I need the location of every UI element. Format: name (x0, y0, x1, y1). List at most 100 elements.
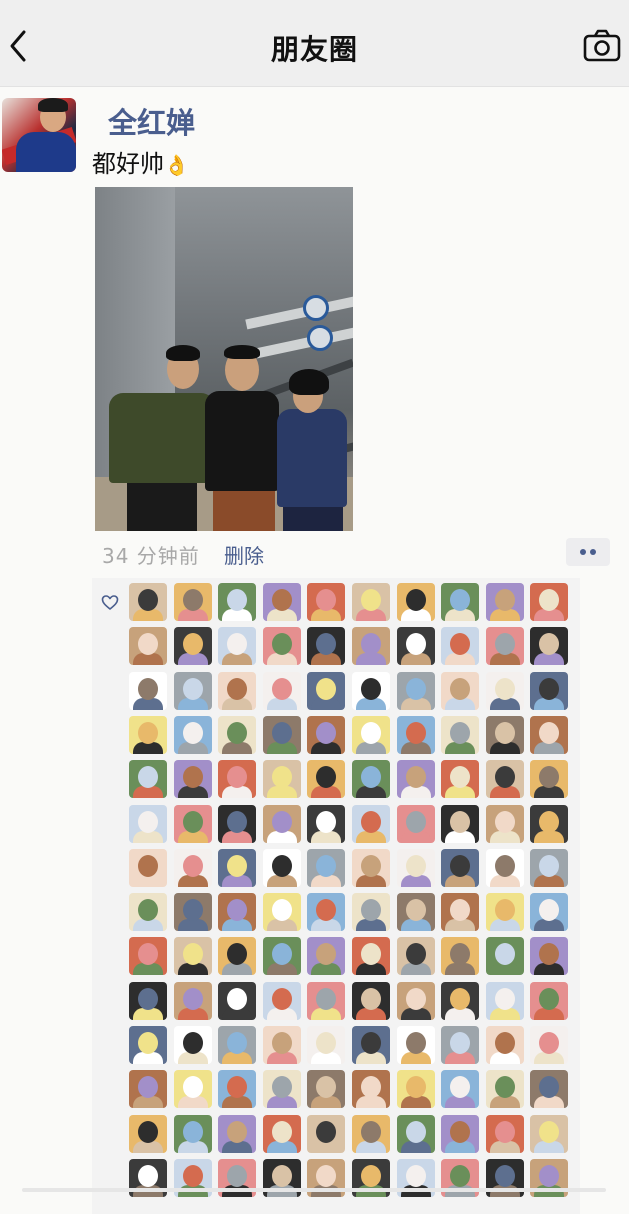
liker-avatar[interactable] (173, 760, 212, 799)
liker-avatar[interactable] (441, 804, 480, 843)
liker-avatar[interactable] (262, 627, 301, 666)
liker-avatar[interactable] (218, 1026, 257, 1064)
author-avatar[interactable] (2, 98, 76, 172)
liker-avatar[interactable] (485, 937, 524, 976)
liker-avatar[interactable] (218, 627, 257, 666)
liker-avatar[interactable] (441, 715, 480, 754)
liker-avatar[interactable] (129, 583, 167, 621)
liker-avatar[interactable] (129, 760, 167, 799)
liker-avatar[interactable] (262, 583, 301, 621)
liker-avatar[interactable] (218, 937, 257, 976)
liker-avatar[interactable] (396, 715, 435, 754)
liker-avatar[interactable] (307, 1070, 346, 1109)
liker-avatar[interactable] (173, 1026, 212, 1064)
liker-avatar[interactable] (307, 981, 346, 1020)
liker-avatar[interactable] (173, 848, 212, 887)
liker-avatar[interactable] (396, 1114, 435, 1153)
liker-avatar[interactable] (262, 760, 301, 799)
liker-avatar[interactable] (396, 937, 435, 976)
liker-avatar[interactable] (262, 937, 301, 976)
liker-avatar[interactable] (173, 1070, 212, 1109)
liker-avatar[interactable] (129, 981, 167, 1020)
liker-avatar[interactable] (352, 981, 390, 1020)
liker-avatar[interactable] (307, 1114, 346, 1153)
liker-avatar[interactable] (173, 671, 212, 710)
liker-avatar[interactable] (262, 981, 301, 1020)
liker-avatar[interactable] (262, 715, 301, 754)
liker-avatar[interactable] (485, 715, 524, 754)
liker-avatar[interactable] (307, 715, 346, 754)
liker-avatar[interactable] (129, 627, 167, 666)
liker-avatar[interactable] (307, 760, 346, 799)
liker-avatar[interactable] (485, 1070, 524, 1109)
liker-avatar[interactable] (441, 627, 480, 666)
liker-avatar[interactable] (530, 893, 569, 932)
liker-avatar[interactable] (218, 715, 257, 754)
liker-avatar[interactable] (129, 715, 167, 754)
liker-avatar[interactable] (441, 583, 480, 621)
liker-avatar[interactable] (307, 627, 346, 666)
liker-avatar[interactable] (307, 1026, 346, 1064)
liker-avatar[interactable] (129, 893, 167, 932)
liker-avatar[interactable] (129, 1026, 167, 1064)
liker-avatar[interactable] (352, 848, 390, 887)
camera-icon[interactable] (583, 28, 621, 64)
liker-avatar[interactable] (173, 1114, 212, 1153)
liker-avatar[interactable] (441, 1026, 480, 1064)
liker-avatar[interactable] (173, 937, 212, 976)
liker-avatar[interactable] (441, 1114, 480, 1153)
liker-avatar[interactable] (485, 1026, 524, 1064)
author-name[interactable]: 全红婵 (108, 100, 195, 142)
liker-avatar[interactable] (530, 937, 569, 976)
liker-avatar[interactable] (129, 1114, 167, 1153)
liker-avatar[interactable] (396, 893, 435, 932)
liker-avatar[interactable] (262, 893, 301, 932)
liker-avatar[interactable] (129, 1070, 167, 1109)
liker-avatar[interactable] (352, 1114, 390, 1153)
liker-avatar[interactable] (485, 760, 524, 799)
liker-avatar[interactable] (262, 804, 301, 843)
liker-avatar[interactable] (396, 671, 435, 710)
liker-avatar[interactable] (218, 1070, 257, 1109)
liker-avatar[interactable] (396, 1070, 435, 1109)
liker-avatar[interactable] (129, 937, 167, 976)
liker-avatar[interactable] (218, 893, 257, 932)
liker-avatar[interactable] (307, 671, 346, 710)
liker-avatar[interactable] (396, 627, 435, 666)
liker-avatar[interactable] (441, 760, 480, 799)
liker-avatar[interactable] (530, 804, 569, 843)
liker-avatar[interactable] (307, 583, 346, 621)
liker-avatar[interactable] (352, 627, 390, 666)
liker-avatar[interactable] (352, 583, 390, 621)
liker-avatar[interactable] (396, 583, 435, 621)
liker-avatar[interactable] (129, 848, 167, 887)
liker-avatar[interactable] (441, 671, 480, 710)
liker-avatar[interactable] (530, 981, 569, 1020)
liker-avatar[interactable] (352, 893, 390, 932)
liker-avatar[interactable] (218, 981, 257, 1020)
liker-avatar[interactable] (441, 937, 480, 976)
liker-avatar[interactable] (485, 804, 524, 843)
liker-avatar[interactable] (441, 1070, 480, 1109)
liker-avatar[interactable] (173, 715, 212, 754)
liker-avatar[interactable] (173, 804, 212, 843)
liker-avatar[interactable] (530, 627, 569, 666)
liker-avatar[interactable] (530, 848, 569, 887)
liker-avatar[interactable] (262, 1070, 301, 1109)
liker-avatar[interactable] (218, 760, 257, 799)
liker-avatar[interactable] (396, 804, 435, 843)
liker-avatar[interactable] (218, 671, 257, 710)
liker-avatar[interactable] (396, 1026, 435, 1064)
liker-avatar[interactable] (262, 1026, 301, 1064)
liker-avatar[interactable] (396, 981, 435, 1020)
liker-avatar[interactable] (352, 804, 390, 843)
liker-avatar[interactable] (352, 715, 390, 754)
liker-avatar[interactable] (530, 583, 569, 621)
liker-avatar[interactable] (307, 937, 346, 976)
liker-avatar[interactable] (218, 848, 257, 887)
liker-avatar[interactable] (396, 760, 435, 799)
post-photo[interactable] (95, 187, 353, 531)
liker-avatar[interactable] (173, 583, 212, 621)
liker-avatar[interactable] (307, 893, 346, 932)
liker-avatar[interactable] (173, 893, 212, 932)
